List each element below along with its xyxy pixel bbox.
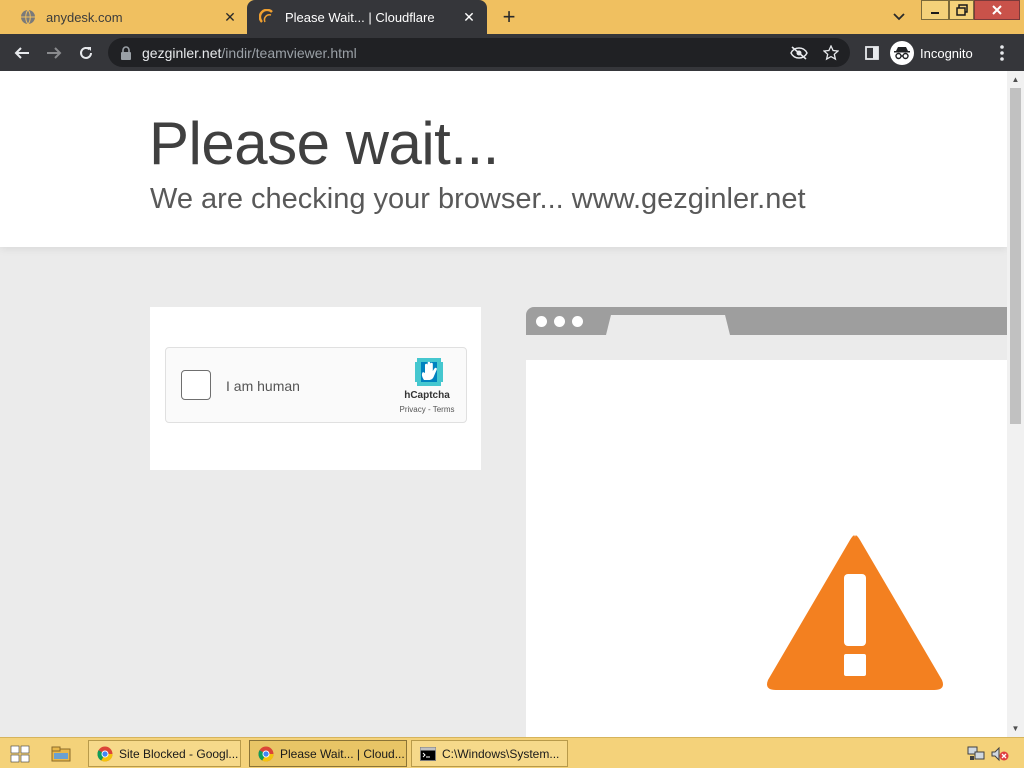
network-icon[interactable] — [966, 744, 986, 764]
loading-icon — [259, 9, 275, 25]
taskbar-window-title: Site Blocked - Googl... — [119, 746, 239, 761]
close-tab-icon[interactable]: ✕ — [220, 7, 240, 27]
taskbar-window-cmd[interactable]: C:\Windows\System... — [411, 740, 568, 767]
taskbar-window-title: Please Wait... | Cloud... — [280, 746, 405, 761]
tab-strip: anydesk.com ✕ Please Wait... | Cloudflar… — [0, 0, 1024, 34]
url-domain: gezginler.net — [142, 44, 222, 61]
warning-icon — [764, 532, 946, 697]
illustration-dot — [554, 316, 565, 327]
checkbox-label: I am human — [226, 378, 300, 394]
illustration-tab — [606, 315, 730, 335]
illustration-body — [526, 360, 1007, 737]
page-subtitle: We are checking your browser... www.gezg… — [150, 183, 806, 215]
illustration-dot — [536, 316, 547, 327]
incognito-label: Incognito — [920, 45, 973, 61]
taskbar-window-please-wait[interactable]: Please Wait... | Cloud... — [249, 740, 407, 767]
chrome-icon — [97, 746, 113, 762]
hcaptcha-widget: I am human hCaptcha Privacy - Terms — [165, 347, 467, 423]
scroll-up-arrow-icon[interactable]: ▲ — [1007, 71, 1024, 88]
explorer-icon[interactable] — [50, 744, 72, 764]
hcaptcha-brand: hCaptcha — [404, 390, 450, 401]
tab-cloudflare[interactable]: Please Wait... | Cloudflare ✕ — [247, 0, 487, 34]
human-checkbox[interactable] — [181, 370, 211, 400]
bookmark-star-icon[interactable] — [822, 44, 840, 62]
captcha-card: I am human hCaptcha Privacy - Terms — [150, 307, 481, 470]
chevron-down-icon[interactable] — [888, 7, 910, 27]
start-button[interactable] — [4, 742, 36, 766]
new-tab-button[interactable]: + — [496, 4, 522, 29]
privacy-terms-links[interactable]: Privacy - Terms — [392, 405, 462, 414]
page-title: Please wait... — [149, 110, 499, 177]
taskbar: Site Blocked - Googl... Please Wait... |… — [0, 737, 1024, 768]
taskbar-window-site-blocked[interactable]: Site Blocked - Googl... — [88, 740, 241, 767]
address-bar[interactable]: gezginler.net/indir/teamviewer.html — [108, 38, 850, 67]
tab-title: Please Wait... | Cloudflare — [285, 9, 435, 25]
tab-anydesk[interactable]: anydesk.com ✕ — [8, 0, 248, 34]
incognito-indicator[interactable]: Incognito — [890, 39, 973, 67]
close-window-button[interactable] — [974, 0, 1020, 20]
browser-toolbar: gezginler.net/indir/teamviewer.html Inco… — [0, 34, 1024, 71]
restore-button[interactable] — [949, 0, 974, 20]
volume-muted-icon[interactable] — [990, 744, 1010, 764]
minimize-button[interactable] — [921, 0, 949, 20]
scroll-down-arrow-icon[interactable]: ▼ — [1007, 720, 1024, 737]
taskbar-window-title: C:\Windows\System... — [442, 746, 560, 761]
illustration-toolbar — [526, 335, 1007, 360]
chrome-icon — [258, 746, 274, 762]
hcaptcha-logo-icon — [413, 356, 445, 388]
page-content: Please wait... We are checking your brow… — [0, 71, 1007, 737]
illustration-dot — [572, 316, 583, 327]
globe-icon — [20, 9, 36, 25]
back-button[interactable] — [8, 39, 36, 67]
close-tab-icon[interactable]: ✕ — [459, 7, 479, 27]
page-scrollbar[interactable]: ▲ ▼ — [1007, 71, 1024, 737]
lock-icon[interactable] — [120, 45, 132, 60]
incognito-icon — [890, 41, 914, 65]
forward-button[interactable] — [40, 39, 68, 67]
scrollbar-thumb[interactable] — [1010, 88, 1021, 424]
tab-title: anydesk.com — [46, 9, 123, 25]
windows-logo-icon — [10, 745, 30, 763]
browser-illustration — [526, 307, 1007, 737]
header-band: Please wait... We are checking your brow… — [0, 71, 1007, 247]
side-panel-icon[interactable] — [858, 39, 886, 67]
reload-button[interactable] — [72, 39, 100, 67]
cmd-icon — [420, 746, 436, 762]
more-menu-icon[interactable] — [992, 39, 1012, 67]
illustration-titlebar — [526, 307, 1007, 335]
url-text: gezginler.net/indir/teamviewer.html — [142, 45, 357, 61]
eye-off-icon[interactable] — [790, 44, 808, 62]
url-path: /indir/teamviewer.html — [221, 44, 357, 61]
